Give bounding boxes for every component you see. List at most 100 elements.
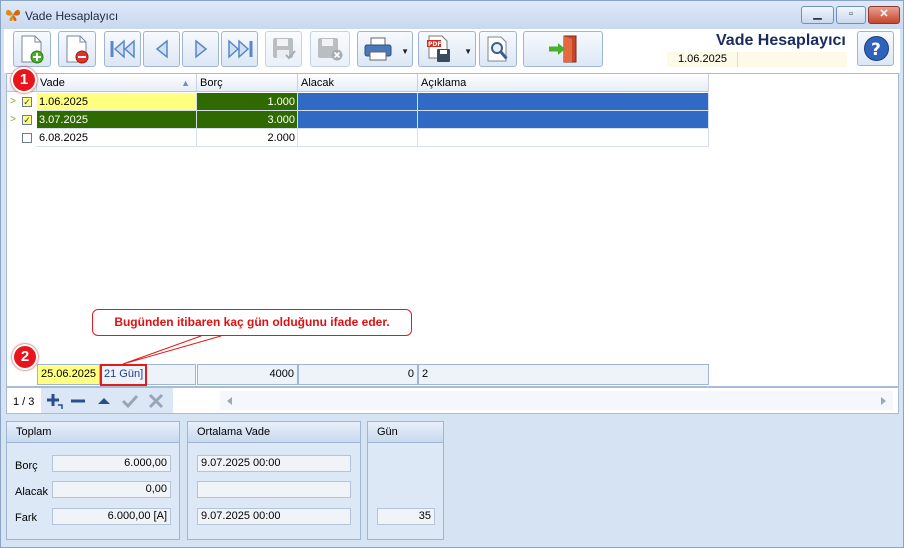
cancel-icon[interactable] <box>147 392 165 410</box>
cell-alacak[interactable] <box>298 129 418 147</box>
print-button[interactable]: ▼ <box>357 31 413 67</box>
previous-record-button[interactable] <box>143 31 180 67</box>
ortalama-borc: 9.07.2025 00:00 <box>197 455 351 472</box>
first-record-button[interactable] <box>104 31 141 67</box>
gun-fark: 35 <box>377 508 435 525</box>
document-search-icon <box>487 36 508 62</box>
ortalama-fark: 9.07.2025 00:00 <box>197 508 351 525</box>
cell-aciklama[interactable] <box>418 129 709 147</box>
column-header-label: Vade <box>40 77 65 89</box>
alacak-total: 0,00 <box>52 481 171 498</box>
borc-total: 6.000,00 <box>52 455 171 472</box>
row-indicator-icon: > <box>10 114 16 125</box>
footer-alacak: 0 <box>298 364 418 385</box>
cell-alacak[interactable] <box>298 111 418 129</box>
cell-borc[interactable]: 1.000 <box>197 93 298 111</box>
chevron-down-icon: ▼ <box>464 47 472 56</box>
svg-text:PDF: PDF <box>428 41 441 48</box>
app-window: Vade Hesaplayıcı ▁ ▫ ✕ ▼ PDF ▼ Vade Hesa… <box>0 0 904 548</box>
help-button[interactable]: ? <box>857 31 894 66</box>
navigator-icons <box>41 388 173 413</box>
cancel-save-button[interactable] <box>310 31 350 67</box>
column-header-borc[interactable]: Borç <box>197 74 298 92</box>
last-icon <box>227 39 252 59</box>
last-record-button[interactable] <box>221 31 258 67</box>
check-icon[interactable] <box>121 392 139 410</box>
current-date-value: 1.06.2025 <box>678 53 727 65</box>
gun-panel: Gün 35 <box>367 421 444 540</box>
exit-button[interactable] <box>523 31 603 67</box>
first-icon <box>110 39 135 59</box>
cell-aciklama[interactable] <box>418 111 709 129</box>
minimize-button[interactable]: ▁ <box>801 6 834 24</box>
row-checkbox[interactable]: ✓ <box>22 97 32 107</box>
footer-vade: 25.06.2025 <box>37 364 100 385</box>
cell-aciklama[interactable] <box>418 93 709 111</box>
cell-borc[interactable]: 2.000 <box>197 129 298 147</box>
table-row[interactable]: 6.08.2025 2.000 <box>7 129 709 147</box>
svg-text:?: ? <box>871 40 881 60</box>
export-pdf-button[interactable]: PDF ▼ <box>418 31 476 67</box>
table-row[interactable]: > ✓ 1.06.2025 1.000 <box>7 93 709 111</box>
save-button[interactable] <box>265 31 302 67</box>
maximize-button[interactable]: ▫ <box>836 6 866 24</box>
ortalama-vade-panel: Ortalama Vade 9.07.2025 00:00 9.07.2025 … <box>187 421 361 540</box>
cell-vade[interactable]: 3.07.2025 <box>37 111 197 129</box>
save-cancel-icon <box>318 38 343 61</box>
current-date: 1.06.2025 <box>667 52 847 67</box>
cell-vade[interactable]: 6.08.2025 <box>37 129 197 147</box>
cell-alacak[interactable] <box>298 93 418 111</box>
alacak-label: Alacak <box>15 486 49 498</box>
toolbar: ▼ PDF ▼ Vade Hesaplayıcı 1.06.2025 ? <box>4 29 900 73</box>
borc-label: Borç <box>15 460 38 472</box>
row-checkbox[interactable] <box>22 133 32 143</box>
column-header-aciklama[interactable]: Açıklama <box>418 74 709 92</box>
cell-vade[interactable]: 1.06.2025 <box>37 93 197 111</box>
horizontal-scrollbar[interactable] <box>220 391 893 410</box>
grid-navigator: 1 / 3 <box>6 387 899 414</box>
save-check-icon <box>272 38 296 60</box>
callout-pointer <box>122 335 222 365</box>
window-title: Vade Hesaplayıcı <box>25 9 119 23</box>
footer-aciklama: 2 <box>418 364 709 385</box>
title-bar: Vade Hesaplayıcı ▁ ▫ ✕ <box>1 1 903 29</box>
delete-record-button[interactable] <box>58 31 96 67</box>
page-indicator: 1 / 3 <box>13 396 35 408</box>
toplam-title: Toplam <box>7 422 179 443</box>
row-checkbox[interactable]: ✓ <box>22 115 32 125</box>
next-record-button[interactable] <box>182 31 219 67</box>
gun-title: Gün <box>368 422 443 443</box>
ortalama-vade-title: Ortalama Vade <box>188 422 360 443</box>
annotation-badge-2: 2 <box>12 344 38 370</box>
exit-door-icon <box>549 35 577 63</box>
new-record-button[interactable] <box>13 31 51 67</box>
cell-borc[interactable]: 3.000 <box>197 111 298 129</box>
annotation-badge-1: 1 <box>11 67 37 93</box>
minus-icon[interactable] <box>69 392 87 410</box>
chevron-down-icon: ▼ <box>401 47 409 56</box>
page-title: Vade Hesaplayıcı <box>716 32 846 49</box>
printer-icon <box>364 37 392 61</box>
fark-label: Fark <box>15 512 37 524</box>
butterfly-icon <box>6 9 20 21</box>
preview-button[interactable] <box>479 31 517 67</box>
column-header-vade[interactable]: Vade ▲ <box>37 74 197 92</box>
row-indicator-icon: > <box>10 96 16 107</box>
footer-borc: 4000 <box>197 364 298 385</box>
close-button[interactable]: ✕ <box>868 6 900 24</box>
append-icon[interactable] <box>45 392 63 410</box>
column-header-alacak[interactable]: Alacak <box>298 74 418 92</box>
up-icon[interactable] <box>95 392 113 410</box>
highlight-box <box>100 364 147 386</box>
fark-total: 6.000,00 [A] <box>52 508 171 525</box>
ortalama-alacak <box>197 481 351 498</box>
sort-ascending-icon: ▲ <box>181 78 190 88</box>
help-icon: ? <box>864 36 889 61</box>
toplam-panel: Toplam Borç 6.000,00 Alacak 0,00 Fark 6.… <box>6 421 180 540</box>
table-row[interactable]: > ✓ 3.07.2025 3.000 <box>7 111 709 129</box>
previous-icon <box>155 39 168 59</box>
callout-note: Bugünden itibaren kaç gün olduğunu ifade… <box>92 309 412 336</box>
next-icon <box>194 39 207 59</box>
date-divider <box>737 52 738 67</box>
add-document-icon <box>21 35 44 64</box>
